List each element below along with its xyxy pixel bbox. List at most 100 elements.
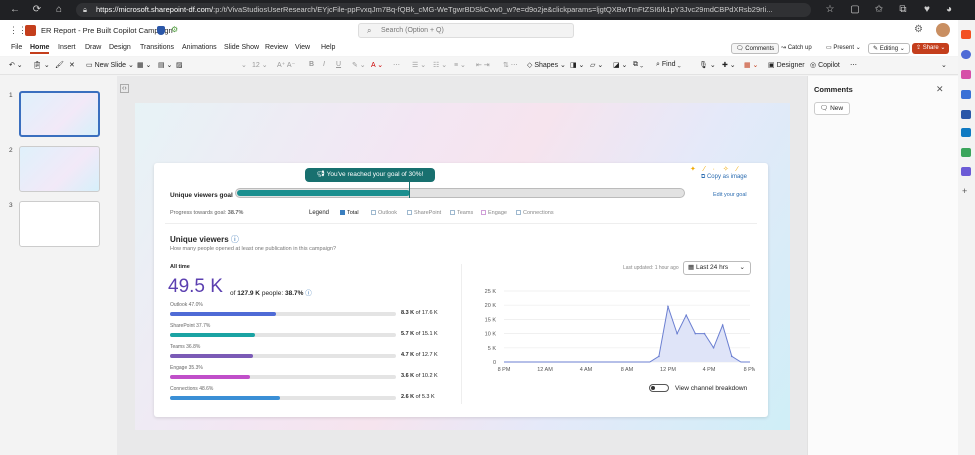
indent-icon[interactable]: ⇤ ⇥ (476, 61, 490, 69)
copy-as-image-link[interactable]: ⧉ Copy as image (701, 174, 747, 181)
ribbon-collapse-icon[interactable]: ⌄ (941, 61, 947, 69)
italic-icon[interactable]: I (323, 61, 325, 68)
split-screen-icon[interactable]: ▢ (848, 3, 862, 17)
font-size-dropdown[interactable]: 12 ⌄ (252, 61, 268, 69)
shapes-button[interactable]: ◇ Shapes ⌄ (527, 61, 566, 69)
comments-button[interactable]: 🗨︎ Comments (731, 43, 780, 54)
designer-button[interactable]: ▣ Designer (768, 61, 805, 69)
tab-draw[interactable]: Draw (85, 44, 101, 51)
paste-icon[interactable]: 📋︎ ⌄ (33, 61, 50, 69)
shape-effects-icon[interactable]: ◪ ⌄ (613, 61, 627, 69)
home-icon[interactable]: ⌂ (52, 3, 66, 17)
more-options-icon[interactable]: ⋯ (850, 61, 857, 69)
extensions-icon[interactable]: ♥ (920, 3, 934, 17)
tools-sidebar-icon[interactable] (961, 70, 971, 79)
delete-icon[interactable]: ✕ (69, 61, 75, 69)
close-icon[interactable]: ✕ (936, 84, 944, 95)
profile-icon[interactable]: ◕ (942, 3, 956, 17)
info-icon[interactable]: ⓘ (231, 235, 239, 244)
tab-view[interactable]: View (295, 44, 310, 51)
font-name-dropdown[interactable]: ⌄ (241, 61, 247, 69)
bold-icon[interactable]: B (309, 61, 314, 68)
tab-review[interactable]: Review (265, 44, 288, 51)
sensitivity-shield-icon[interactable] (157, 26, 165, 35)
legend-item-connections[interactable]: Connections (516, 210, 554, 216)
edit-goal-link[interactable]: Edit your goal (713, 192, 747, 198)
favorite-icon[interactable]: ☆ (823, 3, 837, 17)
goal-banner-text: You've reached your goal of 30%! (326, 171, 424, 178)
outlook-sidebar-icon[interactable] (961, 128, 971, 137)
add-in-icon[interactable]: ✚ ⌄ (722, 61, 736, 69)
channel-label: Connections 48.6% (170, 386, 213, 392)
thumbnail-pane-toggle-icon[interactable]: ‹› (120, 84, 129, 93)
search-box[interactable]: ⌕ Search (Option + Q) (358, 23, 574, 38)
picture-icon[interactable]: ▨ (176, 61, 183, 69)
add-sidebar-app-icon[interactable]: + (962, 186, 967, 196)
legend-item-teams[interactable]: Teams (450, 210, 473, 216)
info-icon[interactable]: ⓘ (305, 290, 312, 297)
grow-font-icon[interactable]: A⁺ A⁻ (277, 61, 295, 69)
copilot-sidebar-icon[interactable] (961, 30, 971, 39)
document-title[interactable]: ER Report - Pre Built Copilot Campaign (41, 26, 173, 35)
user-avatar[interactable] (936, 23, 950, 37)
drop-sidebar-icon[interactable] (961, 148, 971, 157)
search-sidebar-icon[interactable] (961, 50, 971, 59)
collections-icon[interactable]: ⧉ (896, 3, 910, 17)
teams-sidebar-icon[interactable] (961, 167, 971, 176)
share-button[interactable]: ⇪ Share ⌄ (912, 43, 950, 54)
legend-item-total[interactable]: Total (340, 210, 359, 216)
legend-item-sharepoint[interactable]: SharePoint (407, 210, 441, 216)
tab-help[interactable]: Help (321, 44, 335, 51)
align-icon[interactable]: ≡ ⌄ (454, 61, 466, 69)
time-range-dropdown[interactable]: ▦ Last 24 hrs ⌄ (683, 261, 751, 275)
slide-thumbnail-2[interactable] (19, 146, 100, 192)
tab-slide-show[interactable]: Slide Show (224, 44, 259, 51)
highlight-icon[interactable]: ✎ ⌄ (352, 61, 366, 69)
shape-fill-icon[interactable]: ◨ ⌄ (570, 61, 584, 69)
tab-transitions[interactable]: Transitions (140, 44, 174, 51)
find-button[interactable]: ⌕ Find ⌄ (656, 61, 681, 69)
tab-file[interactable]: File (11, 44, 22, 51)
slide-thumbnail-3[interactable] (19, 201, 100, 247)
tab-insert[interactable]: Insert (58, 44, 76, 51)
more-font-icon[interactable]: ⋯ (393, 61, 400, 69)
shape-outline-icon[interactable]: ▱ ⌄ (590, 61, 603, 69)
layout-icon[interactable]: ▦ ⌄ (137, 61, 151, 69)
new-comment-button[interactable]: 🗨︎ New (814, 102, 850, 115)
legend-checkbox (516, 210, 521, 215)
tab-animations[interactable]: Animations (182, 44, 217, 51)
slide-thumbnail-1[interactable] (19, 91, 100, 137)
comments-pane (807, 76, 958, 455)
favorites-bar-icon[interactable]: ✩ (872, 3, 886, 17)
data-point (685, 314, 688, 316)
format-painter-icon[interactable]: 🖌︎ (55, 61, 64, 69)
address-bar[interactable]: 🔒︎ https://microsoft.sharepoint-df.com/:… (76, 3, 811, 17)
copilot-button[interactable]: ◎ Copilot (810, 61, 840, 69)
section-icon[interactable]: ▤ ⌄ (158, 61, 172, 69)
legend-item-outlook[interactable]: Outlook (371, 210, 397, 216)
underline-icon[interactable]: U (336, 61, 341, 68)
arrange-icon[interactable]: ⧉ ⌄ (633, 61, 643, 69)
refresh-icon[interactable]: ⟳ (30, 3, 44, 17)
font-color-icon[interactable]: A ⌄ (371, 61, 383, 69)
settings-gear-icon[interactable]: ⚙ (914, 24, 923, 35)
legend-label: Teams (457, 210, 474, 216)
new-slide-button[interactable]: ▭ New Slide ⌄ (86, 61, 134, 69)
channel-name: SharePoint (170, 323, 195, 329)
undo-icon[interactable]: ↶ ⌄ (9, 61, 23, 69)
back-icon[interactable]: ← (8, 3, 22, 17)
tab-home[interactable]: Home (30, 44, 50, 54)
tab-design[interactable]: Design (109, 44, 131, 51)
legend-item-engage[interactable]: Engage (481, 210, 507, 216)
present-button[interactable]: ▭ Present ⌄ (822, 43, 865, 54)
numbering-icon[interactable]: ☷ ⌄ (433, 61, 447, 69)
channel-breakdown-toggle[interactable] (649, 384, 669, 392)
editing-mode-button[interactable]: ✎ Editing ⌄ (868, 43, 910, 54)
text-direction-icon[interactable]: ⇅ ⋯ (503, 61, 518, 69)
games-sidebar-icon[interactable] (961, 90, 971, 99)
office-sidebar-icon[interactable] (961, 110, 971, 119)
catch-up-button[interactable]: ↝ Catch up (777, 43, 816, 54)
dictate-icon[interactable]: 🎙︎ ⌄ (699, 61, 716, 69)
bullets-icon[interactable]: ☰ ⌄ (412, 61, 426, 69)
sensitivity-icon[interactable]: ▦ ⌄ (744, 61, 758, 69)
